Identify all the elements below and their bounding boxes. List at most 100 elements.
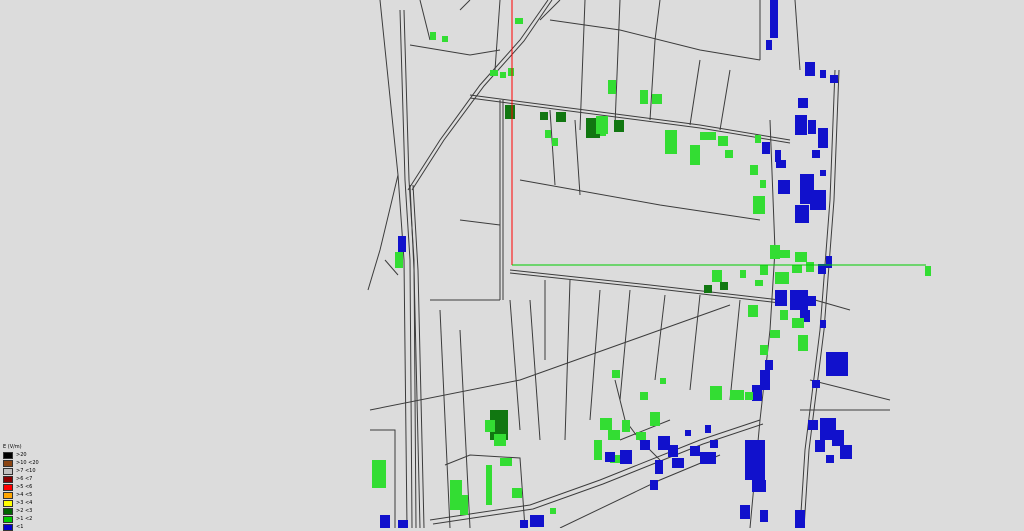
building — [760, 345, 768, 355]
building — [780, 310, 788, 320]
legend-item: >6 <7 — [3, 475, 63, 483]
building — [612, 370, 620, 378]
building — [826, 256, 832, 268]
building — [770, 330, 780, 338]
legend-item: >10 <20 — [3, 459, 63, 467]
building — [795, 510, 805, 528]
building — [705, 425, 711, 433]
building — [750, 165, 758, 175]
building — [815, 440, 825, 452]
building — [608, 430, 620, 440]
building — [600, 130, 606, 136]
building — [792, 318, 804, 328]
observation-markers — [511, 0, 926, 266]
legend-item: >20 — [3, 451, 63, 459]
building — [826, 455, 834, 463]
legend-item: >4 <5 — [3, 491, 63, 499]
building — [398, 236, 406, 252]
legend-label: <1 — [16, 523, 24, 530]
building — [795, 252, 807, 262]
legend-label: >10 <20 — [16, 459, 39, 466]
building — [614, 120, 624, 132]
building — [760, 510, 768, 522]
building — [720, 282, 728, 290]
building — [808, 120, 816, 134]
building — [760, 180, 766, 188]
building — [640, 90, 648, 104]
legend: E (V/m) >20 >10 <20 >7 <10 >6 <7 >5 <6 >4 <5 >… — [3, 443, 63, 531]
building — [805, 62, 815, 76]
building — [500, 72, 506, 78]
building — [820, 170, 826, 176]
building — [712, 270, 722, 282]
building — [775, 290, 787, 306]
building — [770, 245, 780, 259]
building — [685, 430, 691, 436]
building — [530, 515, 544, 527]
building — [792, 265, 802, 273]
legend-items: >20 >10 <20 >7 <10 >6 <7 >5 <6 >4 <5 >3 <4 >2 <… — [3, 451, 63, 531]
building — [485, 420, 495, 432]
legend-item: >1 <2 — [3, 515, 63, 523]
building — [798, 335, 808, 351]
building — [762, 142, 770, 154]
building — [740, 270, 746, 278]
building — [486, 465, 492, 505]
legend-swatch — [3, 459, 13, 467]
building — [672, 458, 684, 468]
building — [745, 440, 765, 480]
building — [745, 392, 753, 400]
legend-swatch — [3, 523, 13, 531]
map-view[interactable]: E (V/m) >20 >10 <20 >7 <10 >6 <7 >5 <6 >4 <5 >… — [0, 0, 1024, 531]
legend-swatch — [3, 491, 13, 499]
building — [810, 190, 826, 210]
building — [512, 488, 522, 498]
building — [668, 445, 678, 457]
legend-title: E (V/m) — [3, 444, 22, 450]
building — [790, 290, 808, 310]
building — [710, 440, 718, 448]
building — [500, 458, 512, 466]
building — [552, 138, 558, 146]
building — [372, 460, 386, 488]
building — [718, 136, 728, 146]
building — [812, 380, 820, 388]
building — [494, 434, 506, 446]
map-canvas[interactable] — [0, 0, 1024, 528]
building — [826, 352, 848, 376]
legend-label: >2 <3 — [16, 507, 33, 514]
legend-label: >4 <5 — [16, 491, 33, 498]
building — [725, 150, 733, 158]
building — [640, 440, 650, 450]
building — [840, 445, 852, 459]
building — [430, 32, 436, 40]
building — [655, 460, 663, 474]
building — [812, 150, 820, 158]
building — [740, 505, 750, 519]
building — [753, 196, 765, 214]
building — [755, 280, 763, 286]
building — [605, 452, 615, 462]
building — [795, 205, 809, 223]
legend-label: >6 <7 — [16, 475, 33, 482]
legend-swatch — [3, 483, 13, 491]
building — [545, 130, 551, 138]
legend-swatch — [3, 507, 13, 515]
building — [808, 420, 818, 430]
building — [650, 412, 660, 426]
legend-swatch — [3, 467, 13, 475]
building — [442, 36, 448, 42]
building — [798, 98, 808, 108]
building — [622, 420, 630, 432]
legend-swatch — [3, 515, 13, 523]
building — [778, 180, 790, 194]
building — [775, 272, 789, 284]
building — [640, 392, 648, 400]
building — [460, 495, 468, 515]
building — [808, 296, 816, 306]
building — [690, 145, 700, 165]
legend-swatch — [3, 451, 13, 459]
building — [830, 75, 838, 83]
legend-label: >20 — [16, 451, 27, 458]
building — [806, 262, 814, 272]
